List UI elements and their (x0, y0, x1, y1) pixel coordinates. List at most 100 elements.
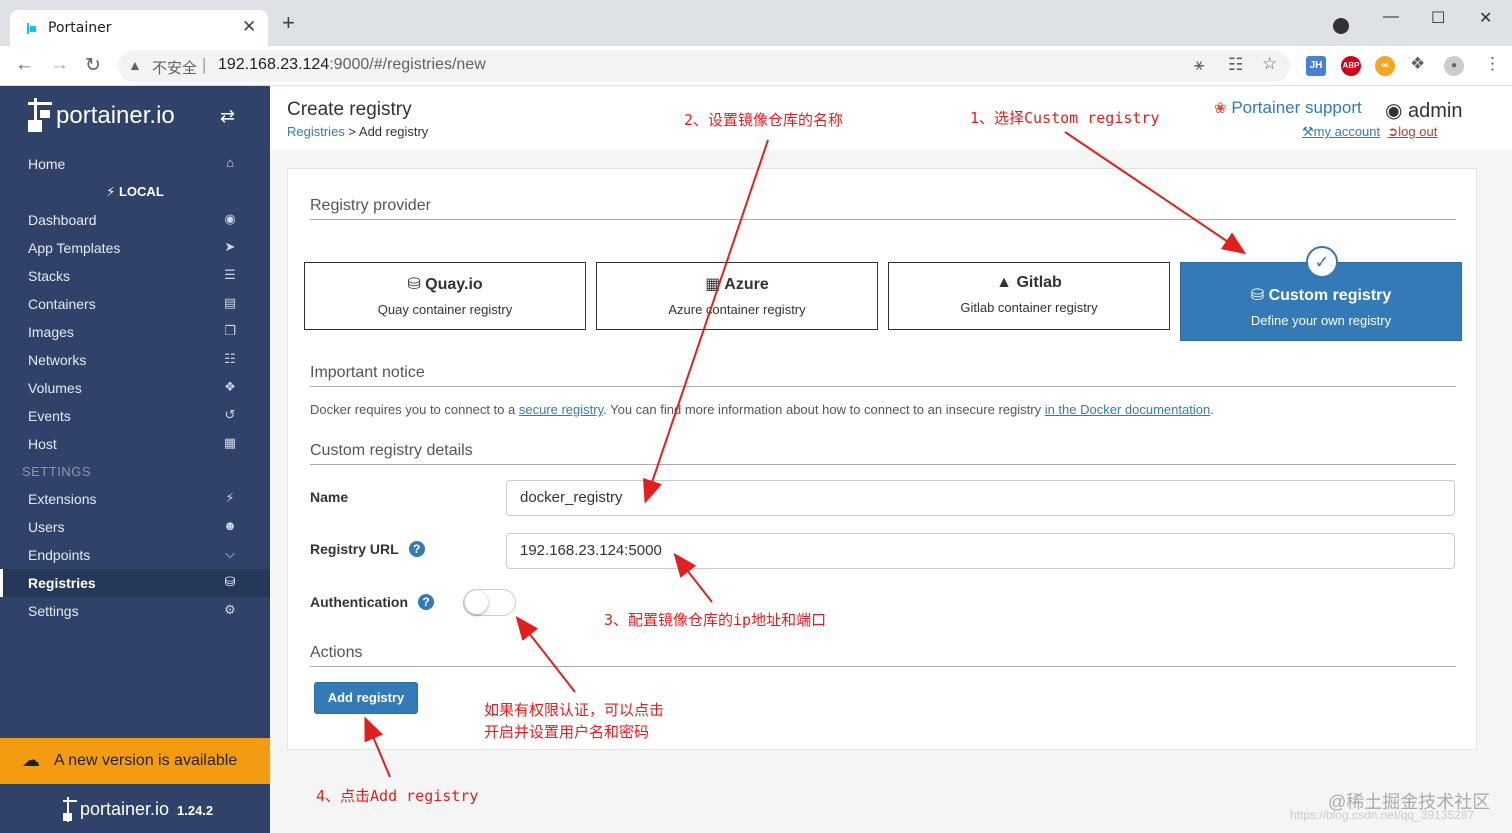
provider-title: Gitlab (1016, 274, 1062, 291)
provider-desc: Quay container registry (377, 302, 513, 317)
chrome-menu-icon[interactable]: ⋮ (1484, 54, 1501, 74)
sidebar-item-label: Containers (28, 296, 96, 312)
profile-dropdown-icon[interactable] (1333, 18, 1349, 34)
extension-infinity-icon[interactable]: ∞ (1375, 56, 1395, 76)
tachometer-icon: ◉ (224, 211, 236, 226)
registry-url-label: Registry URL? (310, 541, 425, 557)
sidebar-item-stacks[interactable]: Stacks ☰ (0, 262, 270, 290)
key-icon[interactable]: ⚹ (1194, 55, 1204, 75)
portainer-logo[interactable]: portainer.io (26, 96, 175, 136)
breadcrumb: Registries > Add registry (287, 124, 428, 139)
extension-jh-icon[interactable]: JH (1306, 56, 1326, 76)
docker-docs-link[interactable]: in the Docker documentation (1045, 402, 1210, 417)
minimize-icon[interactable]: — (1383, 8, 1399, 26)
annotation-step-3: 3、配置镜像仓库的ip地址和端口 (604, 611, 827, 629)
sidebar-item-label: Images (28, 324, 74, 340)
url-text: 192.168.23.124:9000/#/registries/new (218, 56, 486, 73)
sidebar-item-registries[interactable]: Registries ⛁ (0, 569, 270, 597)
logout-link[interactable]: ➲log out (1387, 124, 1437, 139)
browser-tab-bar: Portainer ✕ + — ☐ ✕ (0, 0, 1512, 46)
add-registry-button[interactable]: Add registry (314, 682, 418, 714)
life-ring-icon: ❀ (1214, 100, 1227, 117)
new-tab-button[interactable]: + (282, 12, 295, 34)
portainer-support-link[interactable]: ❀ Portainer support (1214, 98, 1362, 118)
sidebar-item-images[interactable]: Images ❐ (0, 318, 270, 346)
provider-quay[interactable]: ⛁ Quay.io Quay container registry (304, 262, 586, 330)
sidebar-item-label: Dashboard (28, 212, 97, 228)
back-icon[interactable]: ← (15, 54, 34, 76)
my-account-link[interactable]: ⚒my account (1302, 124, 1380, 139)
annotation-auth-note-2: 开启并设置用户名和密码 (484, 723, 650, 741)
annotation-step-1: 1、选择Custom registry (970, 109, 1160, 127)
registry-url-input[interactable]: 192.168.23.124:5000 (506, 533, 1455, 569)
users-icon: ☻ (223, 518, 237, 533)
sidebar-item-label: Endpoints (28, 547, 91, 563)
omnibox-separator: | (202, 55, 207, 74)
sidebar-item-extensions[interactable]: Extensions ⚡ (0, 485, 270, 513)
sidebar-item-settings[interactable]: Settings ⚙ (0, 597, 270, 625)
sidebar-item-label: Host (28, 436, 57, 452)
bookmark-star-icon[interactable]: ☆ (1262, 54, 1277, 74)
provider-desc: Define your own registry (1250, 313, 1392, 328)
sidebar-item-users[interactable]: Users ☻ (0, 513, 270, 541)
sidebar-item-networks[interactable]: Networks ☷ (0, 346, 270, 374)
translate-icon[interactable]: ☷ (1228, 55, 1243, 75)
maximize-icon[interactable]: ☐ (1431, 8, 1445, 28)
database-icon: ⛁ (224, 574, 236, 589)
address-bar-row: ← → ↻ ▲ 不安全 | 192.168.23.124:9000/#/regi… (0, 46, 1512, 86)
provider-azure[interactable]: ▦ Azure Azure container registry (596, 262, 878, 330)
tab-close-icon[interactable]: ✕ (242, 17, 256, 37)
breadcrumb-registries-link[interactable]: Registries (287, 124, 345, 139)
sidebar-item-app-templates[interactable]: App Templates ➤ (0, 234, 270, 262)
sidebar-item-label: Events (28, 408, 71, 424)
authentication-toggle[interactable] (463, 589, 516, 616)
browser-tab[interactable]: Portainer ✕ (10, 10, 268, 46)
help-icon[interactable]: ? (418, 594, 434, 610)
provider-desc: Gitlab container registry (960, 300, 1098, 315)
help-icon[interactable]: ? (408, 541, 425, 557)
profile-avatar-icon[interactable]: ● (1444, 56, 1464, 76)
omnibox[interactable]: ▲ 不安全 | 192.168.23.124:9000/#/registries… (118, 50, 1290, 82)
section-custom-registry-details: Custom registry details (310, 442, 1456, 465)
windows-icon: ▦ (705, 276, 721, 293)
new-version-text: A new version is available (54, 752, 238, 769)
sidebar-item-host[interactable]: Host ▦ (0, 430, 270, 458)
sidebar-item-label: Settings (28, 603, 79, 619)
registry-name-input[interactable]: docker_registry (506, 480, 1455, 516)
sidebar-item-containers[interactable]: Containers ▤ (0, 290, 270, 318)
secure-registry-link[interactable]: secure registry (519, 402, 603, 417)
settings-section-header: SETTINGS (22, 464, 92, 479)
portainer-favicon-icon (27, 23, 36, 34)
endpoint-name: ⚡ LOCAL (106, 184, 164, 199)
rocket-icon: ➤ (224, 239, 236, 254)
sidebar-item-events[interactable]: Events ↺ (0, 402, 270, 430)
sidebar-item-dashboard[interactable]: Dashboard ◉ (0, 206, 270, 234)
notice-text: Docker requires you to connect to a secu… (310, 402, 1214, 417)
authentication-label: Authentication? (310, 594, 434, 610)
name-label: Name (310, 489, 349, 505)
th-icon: ▦ (223, 435, 237, 450)
provider-title: Quay.io (425, 276, 483, 293)
database-icon: ⛁ (407, 276, 421, 293)
sidebar-item-endpoints[interactable]: Endpoints ⌵ (0, 541, 270, 569)
server-icon: ▤ (223, 295, 237, 310)
new-version-banner[interactable]: ☁ A new version is available (0, 738, 270, 784)
forward-icon[interactable]: → (50, 54, 69, 76)
reload-icon[interactable]: ↻ (85, 54, 101, 77)
sidebar-toggle-icon[interactable]: ⇄ (220, 106, 235, 127)
provider-gitlab[interactable]: ▲ Gitlab Gitlab container registry (888, 262, 1170, 330)
cogs-icon: ⚙ (224, 602, 236, 617)
user-name: ◉ admin (1385, 100, 1463, 122)
insecure-label: 不安全 (152, 59, 198, 77)
sidebar-item-volumes[interactable]: Volumes ❖ (0, 374, 270, 402)
sidebar-footer: portainer.io 1.24.2 (0, 786, 270, 833)
close-window-icon[interactable]: ✕ (1479, 8, 1492, 28)
plug-icon: ⌵ (225, 546, 235, 561)
extensions-puzzle-icon[interactable]: ❖ (1410, 54, 1425, 74)
cloud-download-icon: ☁ (22, 750, 40, 770)
breadcrumb-current: > Add registry (348, 124, 429, 139)
adblock-icon[interactable]: ABP (1341, 56, 1361, 76)
sidebar-item-home[interactable]: Home ⌂ (0, 150, 270, 178)
section-important-notice: Important notice (310, 364, 1456, 387)
sitemap-icon: ☷ (224, 351, 236, 366)
